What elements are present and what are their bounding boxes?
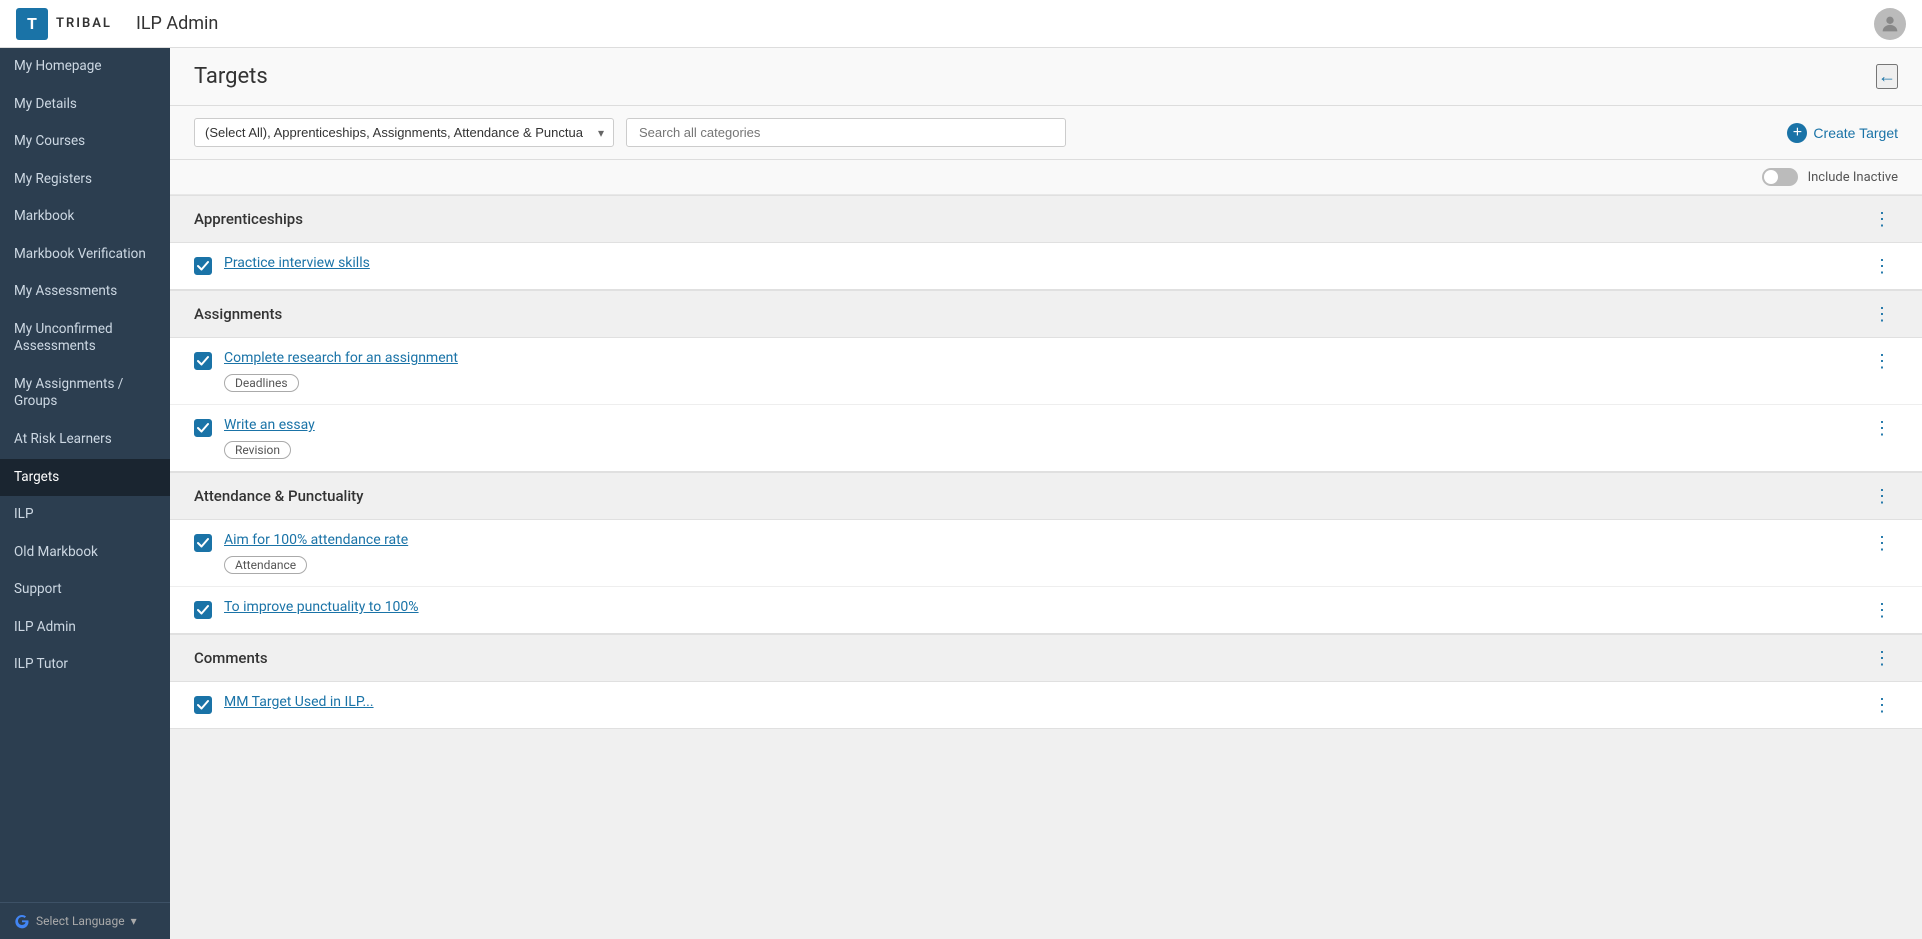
target-item-complete-research: Complete research for an assignment Dead… [170, 338, 1922, 405]
sidebar-footer[interactable]: Select Language ▾ [0, 902, 170, 939]
include-inactive-toggle[interactable] [1762, 168, 1798, 186]
app-body: My HomepageMy DetailsMy CoursesMy Regist… [0, 48, 1922, 939]
toolbar: (Select All), Apprenticeships, Assignmen… [170, 106, 1922, 160]
category-header-attendance-punctuality: Attendance & Punctuality ⋮ [170, 472, 1922, 520]
target-checkbox-write-essay[interactable] [194, 419, 212, 437]
target-item-mm-target: MM Target Used in ILP... ⋮ [170, 682, 1922, 728]
target-item-aim-attendance: Aim for 100% attendance rate Attendance … [170, 520, 1922, 587]
sidebar-item-markbook[interactable]: Markbook [0, 198, 170, 236]
category-kebab-comments[interactable]: ⋮ [1867, 647, 1898, 669]
sidebar: My HomepageMy DetailsMy CoursesMy Regist… [0, 48, 170, 939]
sidebar-item-support[interactable]: Support [0, 571, 170, 609]
sidebar-item-ilp[interactable]: ILP [0, 496, 170, 534]
sidebar-item-my-assessments[interactable]: My Assessments [0, 273, 170, 311]
google-icon [14, 913, 30, 929]
page-header: Targets ← [170, 48, 1922, 106]
target-content-complete-research: Complete research for an assignment Dead… [224, 350, 1855, 392]
create-target-label: Create Target [1813, 125, 1898, 141]
include-inactive-label: Include Inactive [1808, 170, 1898, 185]
target-content-mm-target: MM Target Used in ILP... [224, 694, 1855, 714]
filter-select-wrap: (Select All), Apprenticeships, Assignmen… [194, 118, 614, 147]
category-header-comments: Comments ⋮ [170, 634, 1922, 682]
search-input[interactable] [626, 118, 1066, 147]
target-link-complete-research[interactable]: Complete research for an assignment [224, 350, 1855, 366]
category-filter[interactable]: (Select All), Apprenticeships, Assignmen… [194, 118, 614, 147]
plus-circle-icon: + [1787, 123, 1807, 143]
logo-box: T [16, 8, 48, 40]
logo: T TRIBAL [16, 8, 112, 40]
target-link-practice-interview-skills[interactable]: Practice interview skills [224, 255, 1855, 271]
category-name: Comments [194, 649, 268, 667]
target-link-improve-punctuality[interactable]: To improve punctuality to 100% [224, 599, 1855, 615]
language-chevron: ▾ [131, 914, 137, 928]
target-checkbox-mm-target[interactable] [194, 696, 212, 714]
target-kebab-btn-improve-punctuality[interactable]: ⋮ [1867, 599, 1898, 621]
target-kebab-btn-practice-interview-skills[interactable]: ⋮ [1867, 255, 1898, 277]
sidebar-item-markbook-verification[interactable]: Markbook Verification [0, 236, 170, 274]
category-kebab-assignments[interactable]: ⋮ [1867, 303, 1898, 325]
target-tag: Deadlines [224, 374, 299, 392]
sidebar-item-my-unconfirmed-assessments[interactable]: My Unconfirmed Assessments [0, 311, 170, 366]
target-link-aim-attendance[interactable]: Aim for 100% attendance rate [224, 532, 1855, 548]
toggle-row: Include Inactive [170, 160, 1922, 195]
category-kebab-attendance-punctuality[interactable]: ⋮ [1867, 485, 1898, 507]
sidebar-item-my-assignments-groups[interactable]: My Assignments / Groups [0, 366, 170, 421]
create-target-button[interactable]: + Create Target [1787, 123, 1898, 143]
back-button[interactable]: ← [1876, 64, 1898, 89]
category-section-attendance-punctuality: Attendance & Punctuality ⋮ Aim for 100% … [170, 472, 1922, 634]
sidebar-item-my-courses[interactable]: My Courses [0, 123, 170, 161]
sidebar-item-targets[interactable]: Targets [0, 459, 170, 497]
main-content: Targets ← (Select All), Apprenticeships,… [170, 48, 1922, 939]
select-language-label: Select Language [36, 914, 125, 928]
category-name: Apprenticeships [194, 210, 303, 228]
user-avatar[interactable] [1874, 8, 1906, 40]
logo-text: TRIBAL [56, 16, 112, 31]
target-item-write-essay: Write an essay Revision ⋮ [170, 405, 1922, 471]
category-section-assignments: Assignments ⋮ Complete research for an a… [170, 290, 1922, 472]
target-content-improve-punctuality: To improve punctuality to 100% [224, 599, 1855, 619]
target-checkbox-practice-interview-skills[interactable] [194, 257, 212, 275]
target-link-mm-target[interactable]: MM Target Used in ILP... [224, 694, 1855, 710]
target-checkbox-complete-research[interactable] [194, 352, 212, 370]
target-kebab-complete-research: ⋮ [1867, 350, 1898, 372]
category-header-apprenticeships: Apprenticeships ⋮ [170, 195, 1922, 243]
target-checkbox-aim-attendance[interactable] [194, 534, 212, 552]
target-kebab-mm-target: ⋮ [1867, 694, 1898, 716]
target-content-aim-attendance: Aim for 100% attendance rate Attendance [224, 532, 1855, 574]
sidebar-item-my-registers[interactable]: My Registers [0, 161, 170, 199]
category-section-apprenticeships: Apprenticeships ⋮ Practice interview ski… [170, 195, 1922, 290]
target-kebab-improve-punctuality: ⋮ [1867, 599, 1898, 621]
target-content-practice-interview-skills: Practice interview skills [224, 255, 1855, 275]
app-title: ILP Admin [136, 13, 218, 34]
target-tag: Attendance [224, 556, 307, 574]
sidebar-nav: My HomepageMy DetailsMy CoursesMy Regist… [0, 48, 170, 902]
sidebar-item-ilp-tutor[interactable]: ILP Tutor [0, 646, 170, 684]
target-tag: Revision [224, 441, 291, 459]
sidebar-item-ilp-admin[interactable]: ILP Admin [0, 609, 170, 647]
sidebar-item-old-markbook[interactable]: Old Markbook [0, 534, 170, 572]
categories-container: Apprenticeships ⋮ Practice interview ski… [170, 195, 1922, 729]
category-section-comments: Comments ⋮ MM Target Used in ILP... ⋮ [170, 634, 1922, 729]
category-name: Attendance & Punctuality [194, 487, 364, 505]
target-kebab-aim-attendance: ⋮ [1867, 532, 1898, 554]
category-header-assignments: Assignments ⋮ [170, 290, 1922, 338]
target-kebab-btn-aim-attendance[interactable]: ⋮ [1867, 532, 1898, 554]
target-kebab-btn-complete-research[interactable]: ⋮ [1867, 350, 1898, 372]
target-item-practice-interview-skills: Practice interview skills ⋮ [170, 243, 1922, 289]
target-content-write-essay: Write an essay Revision [224, 417, 1855, 459]
target-kebab-btn-mm-target[interactable]: ⋮ [1867, 694, 1898, 716]
category-kebab-apprenticeships[interactable]: ⋮ [1867, 208, 1898, 230]
target-checkbox-improve-punctuality[interactable] [194, 601, 212, 619]
page-title: Targets [194, 64, 268, 89]
sidebar-item-my-homepage[interactable]: My Homepage [0, 48, 170, 86]
target-link-write-essay[interactable]: Write an essay [224, 417, 1855, 433]
target-kebab-btn-write-essay[interactable]: ⋮ [1867, 417, 1898, 439]
sidebar-item-my-details[interactable]: My Details [0, 86, 170, 124]
target-kebab-practice-interview-skills: ⋮ [1867, 255, 1898, 277]
target-item-improve-punctuality: To improve punctuality to 100% ⋮ [170, 587, 1922, 633]
category-name: Assignments [194, 305, 282, 323]
topbar: T TRIBAL ILP Admin [0, 0, 1922, 48]
target-kebab-write-essay: ⋮ [1867, 417, 1898, 439]
sidebar-item-at-risk-learners[interactable]: At Risk Learners [0, 421, 170, 459]
